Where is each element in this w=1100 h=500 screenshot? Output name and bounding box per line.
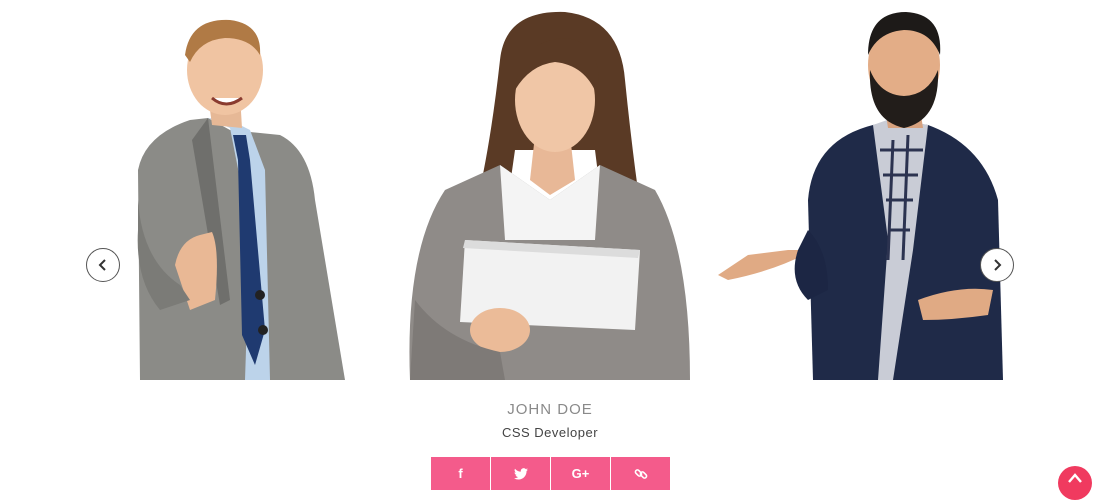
google-plus-icon: G+ [571, 466, 590, 481]
back-to-top-button[interactable] [1058, 466, 1092, 500]
team-member-photo-right[interactable] [718, 0, 1018, 380]
twitter-bird-icon [513, 467, 528, 479]
link-icon [634, 468, 647, 479]
member-role: CSS Developer [501, 425, 599, 440]
member-name: JOHN DOE [507, 401, 593, 418]
social-links: f G+ [431, 457, 670, 490]
team-member-photo-center[interactable] [405, 0, 695, 380]
carousel-next-button[interactable] [980, 248, 1014, 282]
facebook-button[interactable]: f [431, 457, 490, 490]
chevron-up-icon [1068, 473, 1082, 483]
link-button[interactable] [611, 457, 670, 490]
bearded-man-navy-blazer-image [718, 12, 1003, 380]
chevron-left-icon [98, 259, 106, 271]
facebook-icon: f [458, 466, 463, 481]
woman-with-folder-image [409, 11, 690, 380]
google-plus-button[interactable]: G+ [551, 457, 610, 490]
man-gray-suit-image [137, 19, 345, 380]
team-carousel [0, 0, 1100, 380]
carousel-prev-button[interactable] [86, 248, 120, 282]
chevron-right-icon [994, 259, 1002, 271]
twitter-button[interactable] [491, 457, 550, 490]
team-member-photo-left[interactable] [130, 0, 350, 380]
